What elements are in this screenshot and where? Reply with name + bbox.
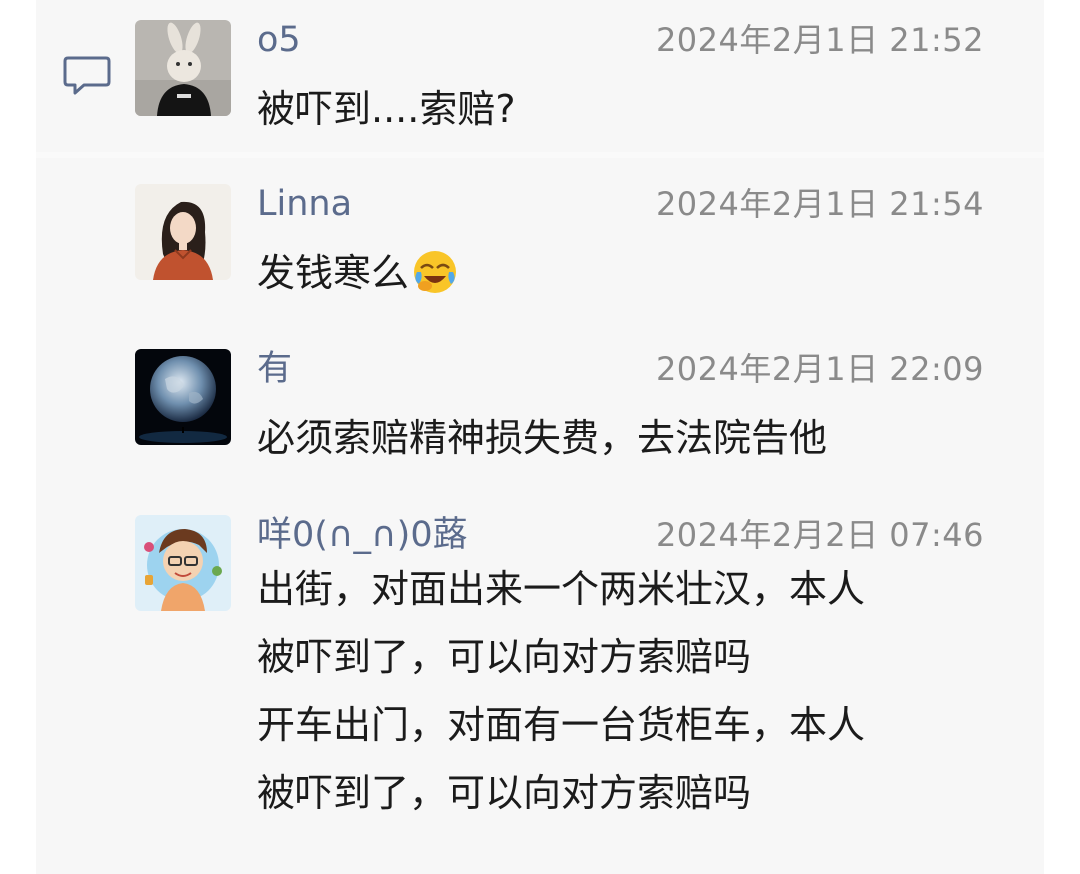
author-name[interactable]: Linna — [257, 184, 352, 224]
comment-text: 出街，对面出来一个两米壮汉，本人 被吓到了，可以向对方索赔吗 开车出门，对面有一… — [257, 555, 997, 827]
comment-text: 发钱寒么 — [257, 239, 997, 307]
comment-text: 被吓到....索赔? — [257, 87, 516, 131]
comment-text-body: 发钱寒么 — [257, 251, 410, 295]
comment-line: 被吓到了，可以向对方索赔吗 — [257, 635, 752, 679]
comment-line: 被吓到了，可以向对方索赔吗 — [257, 771, 752, 815]
avatar[interactable] — [135, 184, 231, 280]
comment-bubble-icon[interactable] — [62, 54, 112, 98]
comment-text: 必须索赔精神损失费，去法院告他 — [257, 416, 828, 460]
timestamp: 2024年2月1日 21:54 — [655, 185, 984, 223]
author-name[interactable]: 有 — [257, 349, 292, 389]
avatar[interactable] — [135, 515, 231, 611]
author-name[interactable]: o5 — [257, 20, 301, 60]
avatar[interactable] — [135, 349, 231, 445]
timestamp: 2024年2月2日 07:46 — [655, 516, 984, 554]
thread-divider — [36, 152, 1044, 158]
author-name[interactable]: 咩0(∩_∩)0蕗 — [257, 515, 468, 555]
comment-line: 开车出门，对面有一台货柜车，本人 — [257, 703, 866, 747]
timestamp: 2024年2月1日 22:09 — [655, 350, 984, 388]
timestamp: 2024年2月1日 21:52 — [655, 21, 984, 59]
comment-line: 出街，对面出来一个两米壮汉，本人 — [257, 567, 866, 611]
avatar[interactable] — [135, 20, 231, 116]
laughing-crying-emoji-icon — [411, 248, 459, 296]
